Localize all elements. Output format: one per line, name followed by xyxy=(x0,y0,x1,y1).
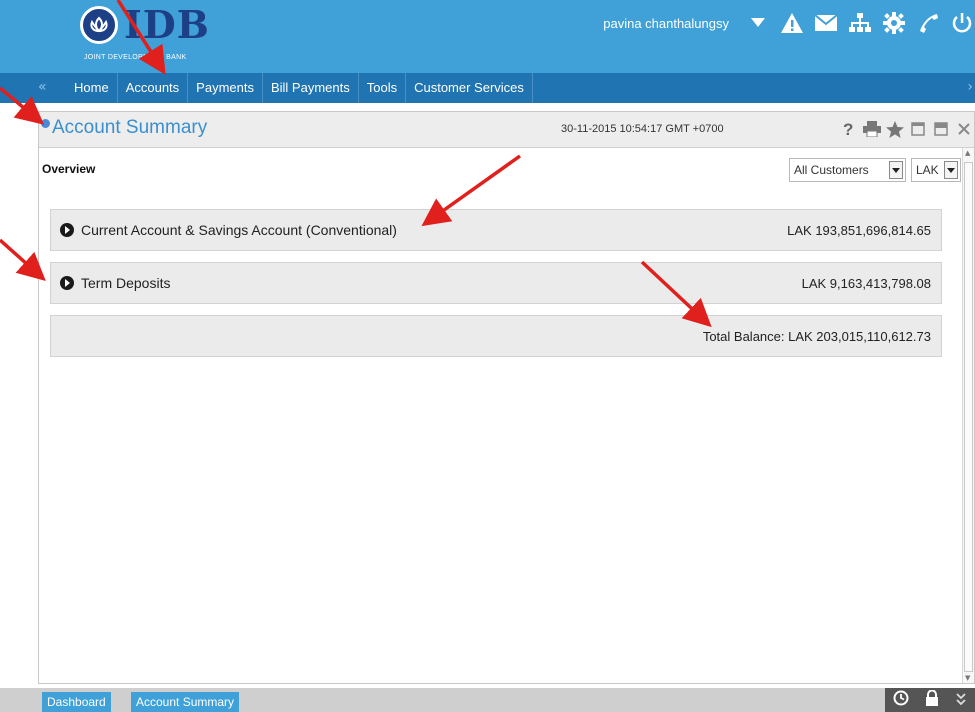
account-group-row[interactable]: Current Account & Savings Account (Conve… xyxy=(50,209,942,251)
expand-icon[interactable] xyxy=(955,691,967,710)
nav-item-accounts[interactable]: Accounts xyxy=(118,73,189,103)
detach-icon[interactable] xyxy=(931,119,951,139)
account-group-label: Term Deposits xyxy=(81,275,171,291)
sitemap-icon[interactable] xyxy=(847,11,873,35)
svg-text:?: ? xyxy=(843,120,853,138)
mail-icon[interactable] xyxy=(813,11,839,35)
main-nav: « Home Accounts Payments Bill Payments T… xyxy=(0,73,975,103)
print-icon[interactable] xyxy=(862,119,882,139)
scroll-up-icon[interactable]: ▲ xyxy=(965,149,970,157)
currency-filter-select[interactable]: LAK xyxy=(911,158,961,182)
close-icon[interactable] xyxy=(954,119,974,139)
account-group-row[interactable]: Term Deposits LAK 9,163,413,798.08 xyxy=(50,262,942,304)
nav-item-customer-services[interactable]: Customer Services xyxy=(406,73,533,103)
chevron-down-icon[interactable] xyxy=(889,161,903,179)
gear-icon[interactable] xyxy=(881,11,907,35)
app-header: IDB JOINT DEVELOPMENT BANK pavina chanth… xyxy=(0,0,975,73)
nav-menu: Home Accounts Payments Bill Payments Too… xyxy=(66,73,533,103)
lotus-logo-icon xyxy=(80,6,118,44)
user-menu-chevron-down-icon[interactable] xyxy=(745,11,771,35)
lock-icon[interactable] xyxy=(925,689,939,710)
nav-item-tools[interactable]: Tools xyxy=(359,73,407,103)
expand-arrow-icon[interactable] xyxy=(60,276,74,290)
panel-toolbar: ? xyxy=(836,119,974,139)
page-title: Account Summary xyxy=(52,117,208,138)
logo-subtitle: JOINT DEVELOPMENT BANK xyxy=(84,54,187,61)
power-icon[interactable] xyxy=(949,11,975,35)
account-summary-panel: Account Summary 30-11-2015 10:54:17 GMT … xyxy=(38,111,975,684)
minimize-icon[interactable] xyxy=(908,119,928,139)
nav-scroll-right-icon[interactable]: › xyxy=(967,79,973,95)
panel-scrollbar[interactable]: ▲ ▼ xyxy=(962,148,974,683)
account-group-amount: LAK 9,163,413,798.08 xyxy=(801,276,931,291)
panel-status-dot xyxy=(41,119,50,128)
scrollbar-thumb[interactable] xyxy=(964,162,973,672)
total-balance-row: Total Balance: LAK 203,015,110,612.73 xyxy=(50,315,942,357)
overview-heading: Overview xyxy=(42,162,96,176)
taskbar-tab-account-summary[interactable]: Account Summary xyxy=(131,692,240,712)
bottom-taskbar: Dashboard Account Summary xyxy=(0,688,975,712)
customer-filter-select[interactable]: All Customers xyxy=(789,158,906,182)
taskbar-tab-dashboard[interactable]: Dashboard xyxy=(42,692,111,712)
user-toolbar: pavina chanthalungsy xyxy=(603,10,975,36)
help-icon[interactable]: ? xyxy=(839,119,859,139)
currency-filter-value: LAK xyxy=(916,163,939,177)
panel-timestamp: 30-11-2015 10:54:17 GMT +0700 xyxy=(561,123,724,135)
annotation-arrow xyxy=(0,238,46,282)
nav-collapse-icon[interactable]: « xyxy=(38,79,47,95)
phone-icon[interactable] xyxy=(915,11,941,35)
chevron-down-icon[interactable] xyxy=(944,161,958,179)
total-balance: Total Balance: LAK 203,015,110,612.73 xyxy=(702,329,931,344)
scroll-down-icon[interactable]: ▼ xyxy=(965,674,970,682)
account-group-amount: LAK 193,851,696,814.65 xyxy=(787,223,931,238)
expand-arrow-icon[interactable] xyxy=(60,223,74,237)
logo-text: IDB xyxy=(124,2,210,47)
favorite-icon[interactable] xyxy=(885,119,905,139)
taskbar-tools xyxy=(885,688,975,712)
alert-icon[interactable] xyxy=(779,11,805,35)
customer-filter-value: All Customers xyxy=(794,163,869,177)
user-name[interactable]: pavina chanthalungsy xyxy=(603,16,729,31)
bank-logo[interactable]: IDB JOINT DEVELOPMENT BANK xyxy=(80,2,260,64)
clock-icon[interactable] xyxy=(893,690,909,710)
panel-titlebar: Account Summary 30-11-2015 10:54:17 GMT … xyxy=(39,112,974,148)
nav-item-bill-payments[interactable]: Bill Payments xyxy=(263,73,359,103)
account-group-label: Current Account & Savings Account (Conve… xyxy=(81,222,397,238)
nav-item-payments[interactable]: Payments xyxy=(188,73,263,103)
nav-item-home[interactable]: Home xyxy=(66,73,118,103)
